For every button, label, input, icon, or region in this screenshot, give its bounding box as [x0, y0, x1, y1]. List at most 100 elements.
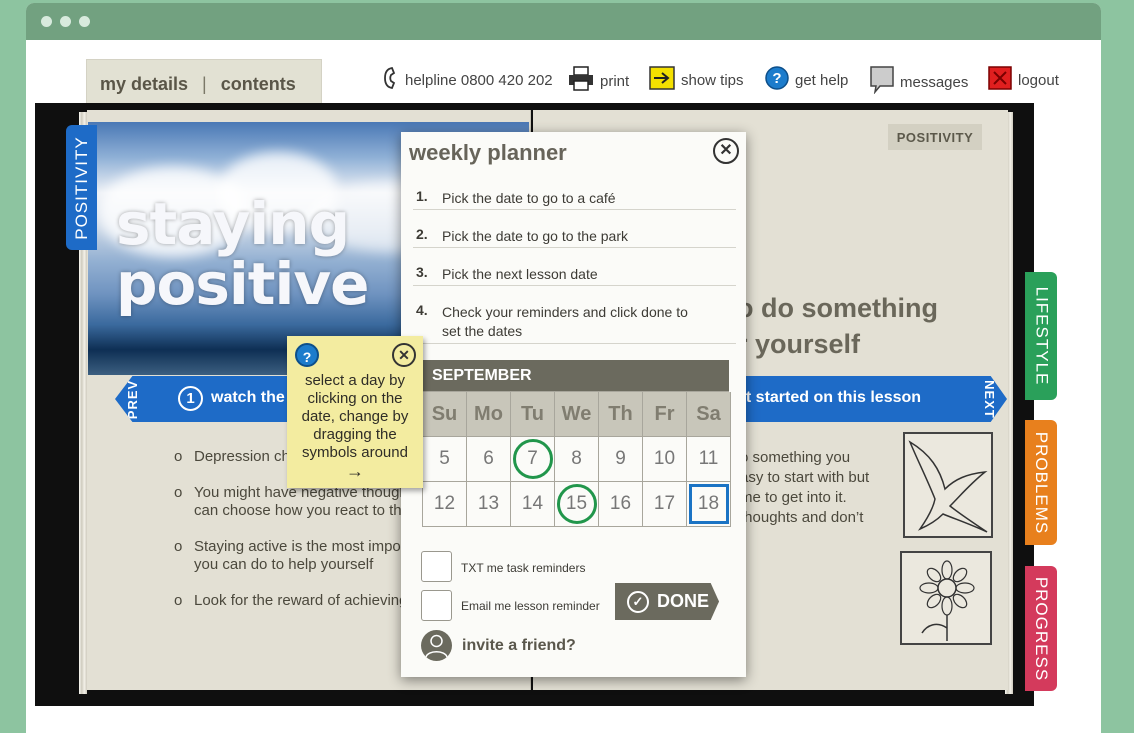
tab-progress[interactable]: PROGRESS [1025, 566, 1057, 691]
task-item[interactable]: 3. Pick the next lesson date [413, 264, 736, 286]
task-item[interactable]: 2. Pick the date to go to the park [413, 226, 736, 248]
task-item[interactable]: 1. Pick the date to go to a café [413, 188, 736, 210]
right-text-line: thoughts and don’t [740, 509, 864, 526]
section-badge: POSITIVITY [888, 124, 982, 150]
tip-text: select a day by clicking on the date, ch… [287, 372, 423, 480]
step-number: 1 [178, 386, 203, 411]
tip-note: ? ✕ select a day by clicking on the date… [287, 336, 423, 488]
weekday-header: Mo [467, 392, 511, 437]
right-heading-line2: r yourself [737, 329, 861, 359]
calendar-day-lesson[interactable]: 18 [687, 482, 731, 527]
print-label: print [600, 72, 630, 90]
invite-label: invite a friend? [462, 636, 576, 654]
messages-label: messages [900, 73, 969, 91]
task-item[interactable]: 4. Check your reminders and click done t… [413, 302, 736, 344]
weekday-header: Tu [511, 392, 555, 437]
printer-icon [568, 66, 594, 96]
tab-progress-label: PROGRESS [1032, 576, 1052, 681]
tab-positivity-label: POSITIVITY [71, 135, 91, 240]
print-button[interactable]: print [568, 66, 629, 96]
weekday-header: Fr [643, 392, 687, 437]
next-label: NEXT [981, 379, 997, 419]
txt-reminder-label: TXT me task reminders [461, 561, 586, 575]
tab-problems[interactable]: PROBLEMS [1025, 420, 1057, 545]
nav-separator: | [202, 74, 207, 94]
question-icon: ? [765, 66, 789, 94]
tip-close-button[interactable]: ✕ [392, 343, 416, 367]
weekday-header: Sa [687, 392, 731, 437]
flower-sketch [900, 551, 992, 645]
photo-title-line2: positive [116, 250, 370, 318]
calendar-day[interactable]: 5 [423, 437, 467, 482]
window-dot [60, 16, 71, 27]
phone-icon [383, 66, 399, 94]
calendar-day[interactable]: 12 [423, 482, 467, 527]
calendar-day[interactable]: 13 [467, 482, 511, 527]
weekday-header: Th [599, 392, 643, 437]
message-icon [870, 66, 894, 98]
calendar-day[interactable]: 9 [599, 437, 643, 482]
logout-button[interactable]: logout [988, 66, 1059, 94]
messages-button[interactable]: messages [870, 66, 968, 98]
logout-label: logout [1018, 71, 1059, 89]
helpline-item[interactable]: helpline 0800 420 202 [383, 66, 553, 94]
right-text-line: o something you [740, 449, 851, 466]
calendar-grid: Su Mo Tu We Th Fr Sa 5 6 7 8 9 10 11 12 … [422, 391, 731, 527]
sunflower-icon [919, 560, 975, 641]
bird-sketch [903, 432, 993, 538]
email-reminder-checkbox[interactable] [421, 590, 452, 621]
calendar: SEPTEMBER Su Mo Tu We Th Fr Sa 5 6 7 8 9… [422, 360, 731, 527]
right-text-line: me to get into it. [740, 489, 847, 506]
invite-friend-link[interactable]: invite a friend? [421, 630, 576, 661]
calendar-day-selected[interactable]: 7 [511, 437, 555, 482]
tab-lifestyle[interactable]: LIFESTYLE [1025, 272, 1057, 400]
get-help-button[interactable]: ? get help [765, 66, 848, 94]
weekday-header: We [555, 392, 599, 437]
prev-label: PREV [125, 379, 141, 419]
arrow-right-icon: → [346, 461, 364, 481]
calendar-day[interactable]: 6 [467, 437, 511, 482]
calendar-day[interactable]: 8 [555, 437, 599, 482]
user-icon [421, 630, 452, 661]
step-left-text[interactable]: watch the [211, 389, 285, 407]
question-icon[interactable]: ? [295, 343, 319, 367]
calendar-day-selected[interactable]: 15 [555, 482, 599, 527]
my-details-link[interactable]: my details [100, 74, 188, 95]
svg-text:?: ? [772, 70, 781, 87]
step-right-text[interactable]: et started on this lesson [737, 389, 921, 407]
calendar-day[interactable]: 14 [511, 482, 555, 527]
email-reminder-label: Email me lesson reminder [461, 599, 600, 613]
photo-title-line1: staying [116, 190, 350, 258]
calendar-day[interactable]: 16 [599, 482, 643, 527]
tab-positivity[interactable]: POSITIVITY [66, 125, 97, 250]
show-tips-button[interactable]: show tips [649, 66, 744, 94]
lesson-bar-right: et started on this lesson NEXT [735, 376, 1007, 422]
calendar-day[interactable]: 11 [687, 437, 731, 482]
planner-title: weekly planner [409, 140, 567, 165]
tab-problems-label: PROBLEMS [1032, 431, 1052, 534]
show-tips-label: show tips [681, 71, 744, 89]
done-label: DONE [657, 591, 710, 611]
calendar-day[interactable]: 17 [643, 482, 687, 527]
right-text-line: asy to start with but [740, 469, 870, 486]
tab-lifestyle-label: LIFESTYLE [1032, 286, 1052, 386]
done-button[interactable]: ✓ DONE [615, 583, 719, 620]
weekday-header: Su [423, 392, 467, 437]
window-dot [41, 16, 52, 27]
right-heading-line1: o do something [737, 293, 938, 323]
close-icon [988, 66, 1012, 94]
txt-reminder-checkbox[interactable] [421, 551, 452, 582]
get-help-label: get help [795, 71, 849, 89]
window-dot [79, 16, 90, 27]
check-icon: ✓ [627, 590, 649, 613]
title-bar [26, 3, 1101, 40]
arrow-right-icon [649, 66, 675, 94]
calendar-day[interactable]: 10 [643, 437, 687, 482]
helpline-label: helpline 0800 420 202 [405, 71, 553, 89]
calendar-month: SEPTEMBER [422, 360, 729, 391]
weekly-planner-dialog: weekly planner ✕ 1. Pick the date to go … [401, 132, 746, 677]
bird-icon [908, 440, 988, 533]
top-nav: my details | contents [86, 59, 322, 109]
planner-close-button[interactable]: ✕ [713, 138, 739, 164]
contents-link[interactable]: contents [221, 74, 296, 95]
